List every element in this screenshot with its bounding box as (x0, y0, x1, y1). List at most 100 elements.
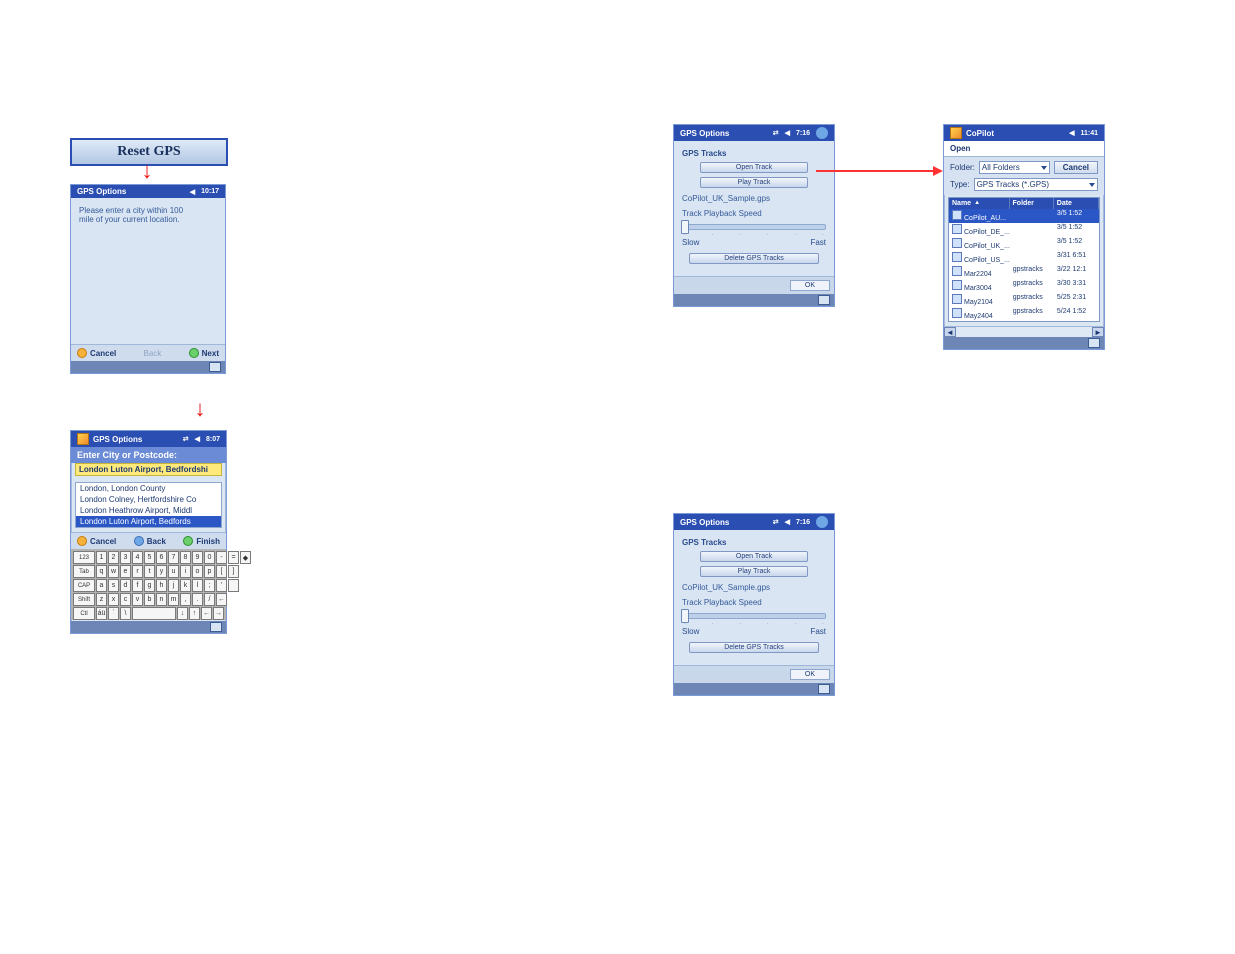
table-row[interactable]: May2104gpstracks5/25 2:31 (949, 293, 1099, 307)
list-item[interactable]: London Heathrow Airport, Middl (76, 505, 221, 516)
keyboard-toggle-icon[interactable] (210, 622, 222, 632)
key[interactable]: 3 (120, 551, 131, 564)
playback-speed-slider[interactable] (682, 224, 826, 230)
delete-tracks-button[interactable]: Delete GPS Tracks (689, 253, 819, 264)
key[interactable]: w (108, 565, 119, 578)
key[interactable]: i (180, 565, 191, 578)
key[interactable]: / (204, 593, 215, 606)
key[interactable]: ↓ (177, 607, 188, 620)
ok-button[interactable]: OK (790, 669, 830, 680)
key[interactable]: b (144, 593, 155, 606)
key[interactable]: s (108, 579, 119, 592)
key[interactable]: 8 (180, 551, 191, 564)
key[interactable]: y (156, 565, 167, 578)
finish-button[interactable]: Finish (183, 536, 220, 546)
key[interactable]: 0 (204, 551, 215, 564)
cancel-button[interactable]: Cancel (77, 536, 116, 546)
ok-button[interactable]: OK (790, 280, 830, 291)
next-button[interactable]: Next (189, 348, 219, 358)
key[interactable]: 4 (132, 551, 143, 564)
close-icon[interactable] (816, 127, 828, 139)
table-row[interactable]: Mar3004gpstracks3/30 3:31 (949, 279, 1099, 293)
close-icon[interactable] (816, 516, 828, 528)
key[interactable] (228, 579, 239, 592)
cancel-button[interactable]: Cancel (77, 348, 116, 358)
key[interactable]: d (120, 579, 131, 592)
key[interactable]: Tab (73, 565, 95, 578)
play-track-button[interactable]: Play Track (700, 177, 808, 188)
key[interactable]: z (96, 593, 107, 606)
key[interactable]: 6 (156, 551, 167, 564)
key[interactable]: 1 (96, 551, 107, 564)
key[interactable]: h (156, 579, 167, 592)
key[interactable]: u (168, 565, 179, 578)
key[interactable]: t (144, 565, 155, 578)
scrollbar-horizontal[interactable]: ◄ ► (944, 326, 1104, 337)
table-row[interactable]: Mar2204gpstracks3/22 12:1 (949, 265, 1099, 279)
key[interactable]: CAP (73, 579, 95, 592)
key[interactable]: Shift (73, 593, 95, 606)
key[interactable]: ◆ (240, 551, 251, 564)
key[interactable]: áü (96, 607, 107, 620)
keyboard-toggle-icon[interactable] (1088, 338, 1100, 348)
key[interactable]: l (192, 579, 203, 592)
key[interactable]: 7 (168, 551, 179, 564)
key[interactable]: ← (216, 593, 227, 606)
key[interactable]: m (168, 593, 179, 606)
keyboard-toggle-icon[interactable] (818, 684, 830, 694)
key[interactable]: r (132, 565, 143, 578)
key[interactable]: 2 (108, 551, 119, 564)
playback-speed-slider[interactable] (682, 613, 826, 619)
cancel-button[interactable]: Cancel (1054, 161, 1098, 174)
delete-tracks-button[interactable]: Delete GPS Tracks (689, 642, 819, 653)
key[interactable]: 123 (73, 551, 95, 564)
key[interactable]: 5 (144, 551, 155, 564)
key[interactable]: , (180, 593, 191, 606)
key[interactable]: g (144, 579, 155, 592)
table-row[interactable]: CoPilot_DE_...3/5 1:52 (949, 223, 1099, 237)
key[interactable]: ` (108, 607, 119, 620)
list-item[interactable]: London Colney, Hertfordshire Co (76, 494, 221, 505)
open-track-button[interactable]: Open Track (700, 551, 808, 562)
key[interactable]: [ (216, 565, 227, 578)
key[interactable]: \ (120, 607, 131, 620)
key[interactable]: e (120, 565, 131, 578)
open-track-button[interactable]: Open Track (700, 162, 808, 173)
key[interactable]: 9 (192, 551, 203, 564)
key[interactable]: - (216, 551, 227, 564)
key[interactable]: x (108, 593, 119, 606)
table-row[interactable]: CoPilot_UK_...3/5 1:52 (949, 237, 1099, 251)
key[interactable]: ← (201, 607, 212, 620)
list-item[interactable]: London, London County (76, 483, 221, 494)
key[interactable]: k (180, 579, 191, 592)
key[interactable]: n (156, 593, 167, 606)
list-item-selected[interactable]: London Luton Airport, Bedfords (76, 516, 221, 527)
scroll-left-icon[interactable]: ◄ (944, 327, 956, 337)
city-input[interactable]: London Luton Airport, Bedfordshi (75, 463, 222, 476)
key[interactable]: Ctl (73, 607, 95, 620)
key[interactable]: ] (228, 565, 239, 578)
key[interactable]: o (192, 565, 203, 578)
table-row[interactable]: CoPilot_AU...3/5 1:52 (949, 209, 1099, 223)
soft-keyboard[interactable]: 1231234567890-=◆ Tabqwertyuiop[] CAPasdf… (71, 549, 226, 620)
key[interactable]: = (228, 551, 239, 564)
table-row[interactable]: May2404gpstracks5/24 1:52 (949, 307, 1099, 321)
key[interactable]: ; (204, 579, 215, 592)
key[interactable]: . (192, 593, 203, 606)
table-header[interactable]: Name ▲ Folder Date (949, 198, 1099, 209)
key[interactable]: ↑ (189, 607, 200, 620)
key[interactable]: f (132, 579, 143, 592)
type-dropdown[interactable]: GPS Tracks (*.GPS) (974, 178, 1098, 191)
key[interactable]: j (168, 579, 179, 592)
key[interactable]: c (120, 593, 131, 606)
key[interactable]: v (132, 593, 143, 606)
keyboard-toggle-icon[interactable] (209, 362, 221, 372)
key[interactable]: ' (216, 579, 227, 592)
table-row[interactable]: CoPilot_US_...3/31 6:51 (949, 251, 1099, 265)
keyboard-toggle-icon[interactable] (818, 295, 830, 305)
key[interactable]: → (213, 607, 224, 620)
key[interactable]: q (96, 565, 107, 578)
key[interactable]: p (204, 565, 215, 578)
play-track-button[interactable]: Play Track (700, 566, 808, 577)
key[interactable]: a (96, 579, 107, 592)
